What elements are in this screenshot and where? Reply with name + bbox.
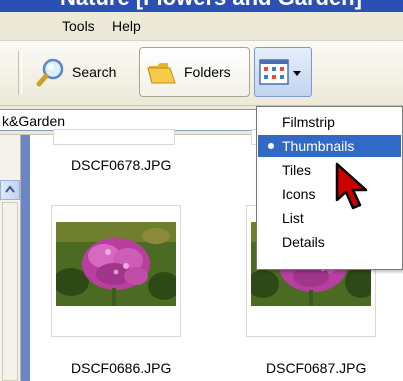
folder-icon — [146, 57, 178, 87]
scroll-up-button[interactable] — [0, 180, 20, 200]
cursor-arrow-icon — [335, 162, 368, 210]
chevron-up-icon — [5, 185, 15, 193]
menu-item-filmstrip[interactable]: Filmstrip — [258, 111, 401, 133]
menu-item-icons[interactable]: Icons — [258, 183, 401, 205]
menu-bar: Tools Help — [0, 12, 403, 41]
menu-item-tiles[interactable]: Tiles — [258, 159, 401, 181]
thumbnail-caption: DSCF0678.JPG — [71, 157, 172, 173]
search-icon — [36, 57, 66, 87]
views-dropdown-arrow-icon — [293, 64, 301, 80]
toolbar: Search Folders — [0, 41, 403, 106]
flower-photo — [56, 222, 176, 306]
selected-bullet-icon — [268, 143, 274, 149]
menu-help[interactable]: Help — [112, 18, 141, 34]
title-bar: Nature [Flowers and Garden] — [0, 0, 403, 12]
address-field[interactable]: k&Garden — [0, 109, 262, 131]
menu-item-list[interactable]: List — [258, 207, 401, 229]
search-label: Search — [72, 64, 117, 80]
views-menu: Filmstrip Thumbnails Tiles Icons List De… — [256, 106, 403, 270]
menu-tools[interactable]: Tools — [62, 18, 95, 34]
menu-item-thumbnails[interactable]: Thumbnails — [258, 135, 401, 157]
toolbar-separator — [18, 51, 22, 95]
thumbnail-caption: DSCF0687.JPG — [266, 360, 367, 376]
menu-item-details[interactable]: Details — [258, 231, 401, 253]
folders-label: Folders — [184, 64, 231, 80]
folders-button[interactable]: Folders — [139, 47, 250, 97]
views-button[interactable] — [254, 47, 312, 97]
thumbnail-frame[interactable] — [53, 129, 175, 145]
window-title: Nature [Flowers and Garden] — [60, 0, 362, 11]
search-button[interactable]: Search — [30, 47, 134, 97]
scroll-thumb[interactable] — [2, 202, 18, 381]
menu-item-thumbnails-label: Thumbnails — [282, 138, 355, 154]
views-grid-icon — [259, 59, 289, 85]
thumbnail-caption: DSCF0686.JPG — [71, 360, 172, 376]
thumbnail-item[interactable] — [51, 205, 181, 337]
